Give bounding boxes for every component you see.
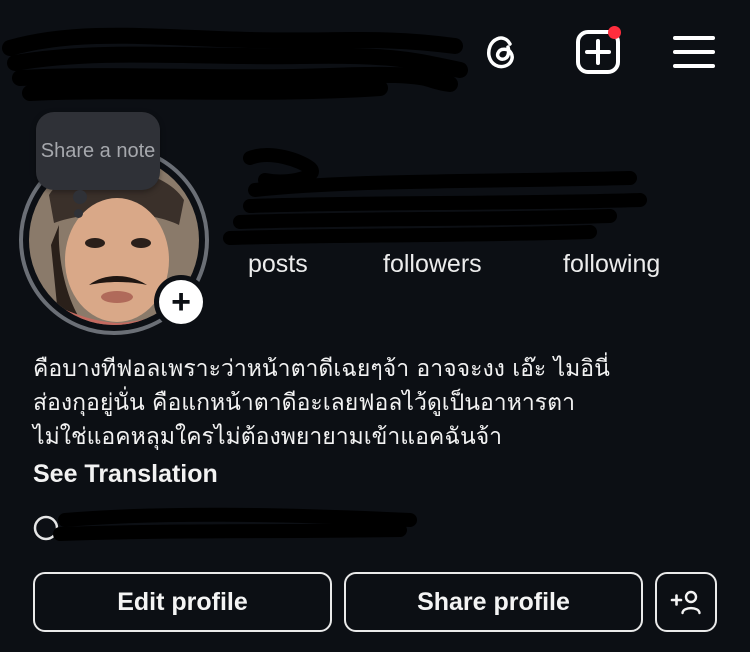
plus-icon: +: [159, 280, 203, 324]
notification-dot: [608, 26, 621, 39]
followers-label[interactable]: followers: [383, 250, 482, 279]
threads-icon[interactable]: [477, 28, 525, 76]
create-post-icon[interactable]: [574, 26, 622, 76]
posts-label[interactable]: posts: [248, 250, 308, 279]
add-story-button[interactable]: +: [154, 275, 208, 329]
note-bubble-tail: [73, 190, 87, 204]
note-bubble-tail-small: [74, 209, 83, 218]
menu-icon[interactable]: [670, 28, 718, 76]
bio-line: ไม่ใช่แอคหลุมใครไม่ต้องพยายามเข้าแอคฉันจ…: [33, 424, 503, 450]
see-translation-link[interactable]: See Translation: [33, 460, 218, 489]
share-profile-button[interactable]: Share profile: [344, 572, 643, 632]
bio-line: คือบางทีฟอลเพราะว่าหน้าตาดีเฉยๆจ้า อาจจะ…: [33, 356, 610, 382]
add-user-icon: [670, 590, 701, 615]
redacted-username-scribble: [2, 27, 468, 101]
following-label[interactable]: following: [563, 250, 660, 279]
add-user-button[interactable]: [655, 572, 717, 632]
edit-profile-button[interactable]: Edit profile: [33, 572, 332, 632]
bio: คือบางทีฟอลเพราะว่าหน้าตาดีเฉยๆจ้า อาจจะ…: [33, 352, 733, 454]
bio-line: ส่องกุอยู่นั่น คือแกหน้าตาดีอะเลยฟอลไว้ด…: [33, 390, 575, 416]
share-note-bubble[interactable]: Share a note: [36, 112, 160, 190]
redacted-stats-scribble: [223, 148, 647, 245]
redacted-threads-link-scribble: [53, 507, 417, 541]
